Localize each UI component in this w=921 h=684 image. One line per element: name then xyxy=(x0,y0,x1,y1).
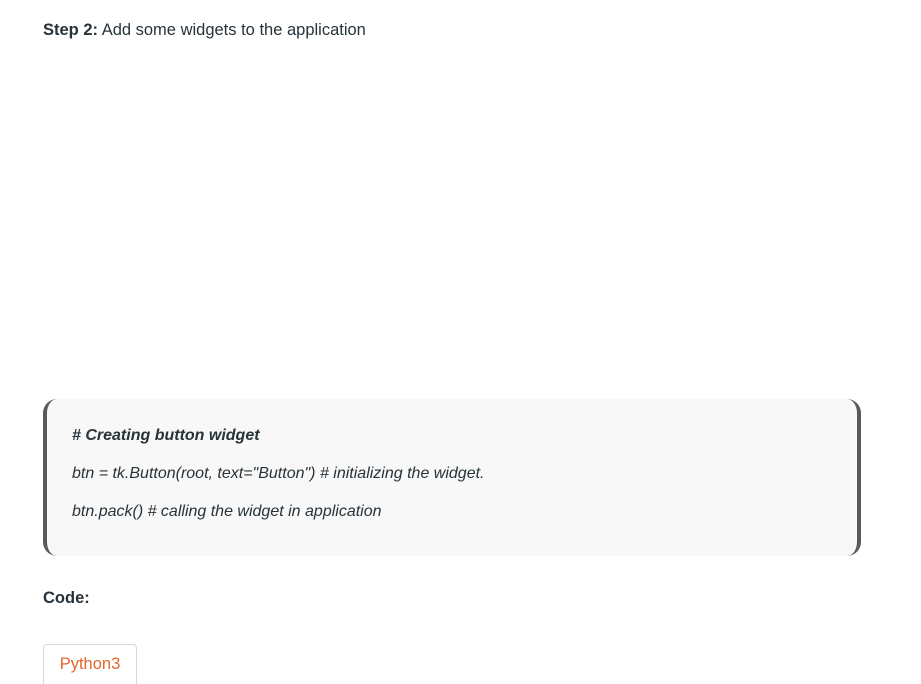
tab-python3[interactable]: Python3 xyxy=(43,644,137,684)
code-line-pack: btn.pack() # calling the widget in appli… xyxy=(72,503,382,520)
step-heading: Step 2: Add some widgets to the applicat… xyxy=(43,19,366,41)
step-description: Add some widgets to the application xyxy=(98,21,366,39)
code-comment-line: # Creating button widget xyxy=(72,427,260,444)
code-blockquote: # Creating button widget btn = tk.Button… xyxy=(43,399,861,556)
code-line-button-create: btn = tk.Button(root, text="Button") # i… xyxy=(72,465,485,482)
code-section-label: Code: xyxy=(43,589,90,607)
step-number-label: Step 2: xyxy=(43,21,99,39)
